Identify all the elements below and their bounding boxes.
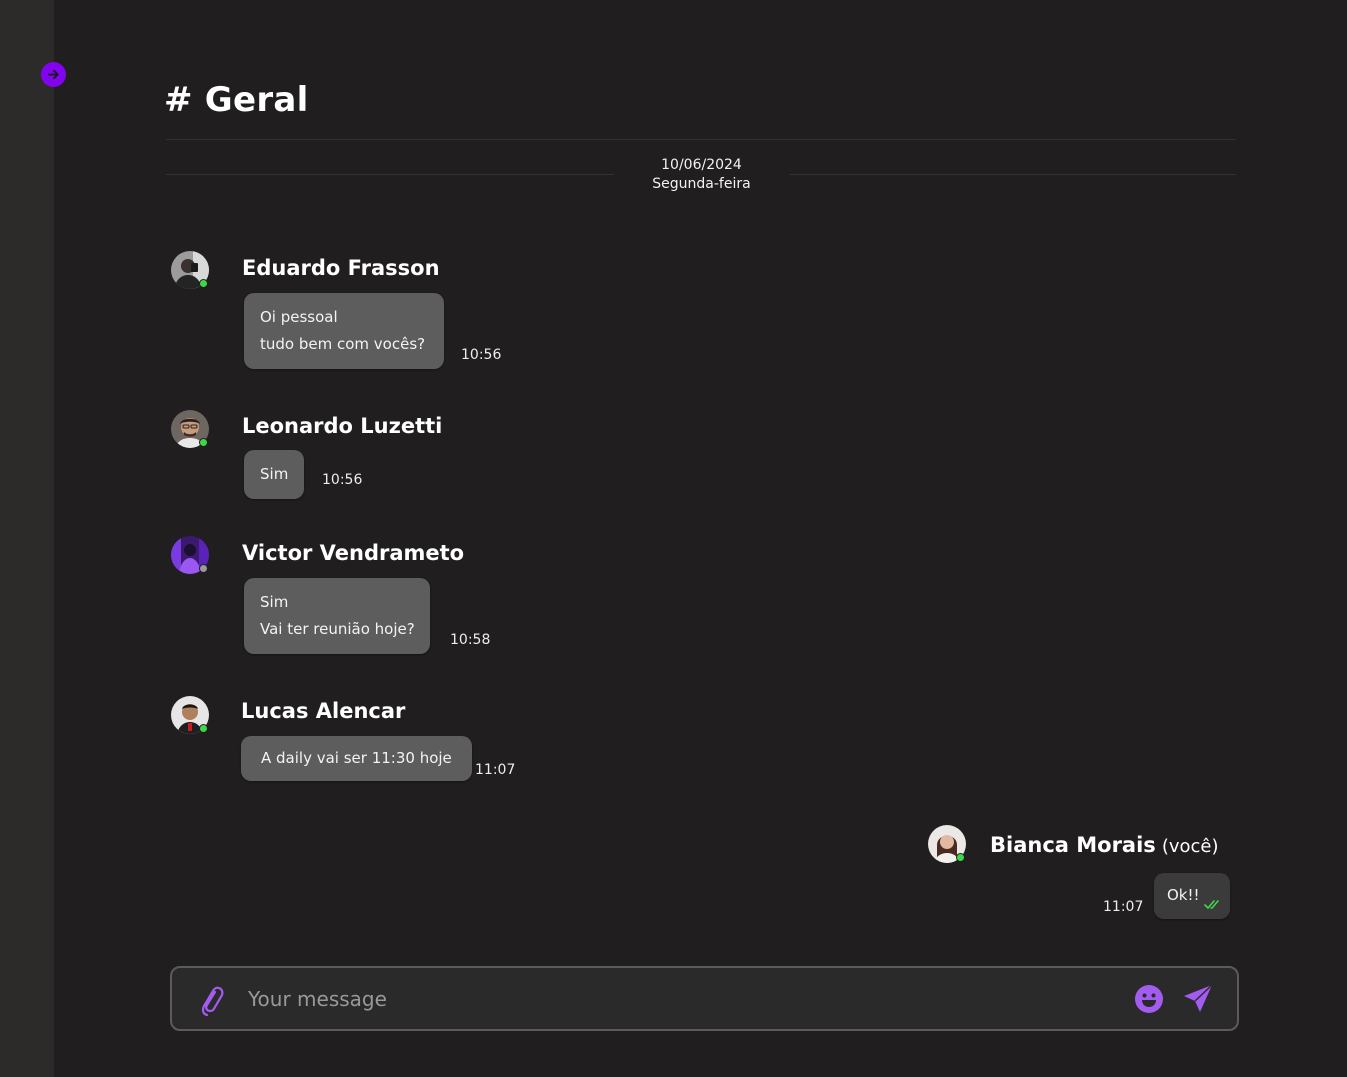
date-separator-weekday: Segunda-feira xyxy=(652,176,751,192)
message-text-line: A daily vai ser 11:30 hoje xyxy=(261,749,452,767)
avatar[interactable] xyxy=(171,536,209,574)
smiley-icon[interactable] xyxy=(1134,984,1164,1014)
message-time: 10:56 xyxy=(461,347,502,363)
message-author[interactable]: Eduardo Frasson xyxy=(242,256,440,280)
double-check-icon xyxy=(1204,900,1219,909)
message-bubble[interactable]: Sim Vai ter reunião hoje? xyxy=(244,578,430,654)
message-bubble[interactable]: Sim xyxy=(244,450,305,499)
message-text-line: Oi pessoal xyxy=(260,308,338,326)
date-separator: 10/06/2024 Segunda-feira xyxy=(614,156,789,194)
page-title: # Geral xyxy=(164,80,309,120)
avatar[interactable] xyxy=(171,410,209,448)
arrow-right-icon xyxy=(47,69,59,80)
message-time: 10:58 xyxy=(450,632,491,648)
message-time: 11:07 xyxy=(475,762,516,778)
date-divider-right xyxy=(789,174,1236,175)
online-status-indicator xyxy=(956,853,965,862)
avatar[interactable] xyxy=(171,696,209,734)
message-bubble[interactable]: Oi pessoal tudo bem com vocês? xyxy=(244,293,444,369)
message-time: 10:56 xyxy=(322,472,363,488)
online-status-indicator xyxy=(199,438,208,447)
you-tag: (você) xyxy=(1161,836,1219,857)
self-author-name: Bianca Morais xyxy=(990,833,1156,857)
avatar[interactable] xyxy=(928,825,966,863)
message-text-line: Vai ter reunião hoje? xyxy=(260,620,415,638)
message-text-line: tudo bem com vocês? xyxy=(260,335,426,353)
message-input[interactable] xyxy=(248,982,1108,1016)
date-divider-left xyxy=(166,174,614,175)
message-author[interactable]: Victor Vendrameto xyxy=(242,541,464,565)
message-bubble-self[interactable]: Ok!! xyxy=(1154,873,1230,919)
message-author-self[interactable]: Bianca Morais (você) xyxy=(990,833,1219,857)
message-author[interactable]: Leonardo Luzetti xyxy=(242,414,442,438)
offline-status-indicator xyxy=(199,564,208,573)
online-status-indicator xyxy=(199,279,208,288)
paperclip-icon[interactable] xyxy=(198,983,224,1017)
message-bubble[interactable]: A daily vai ser 11:30 hoje xyxy=(241,736,472,781)
message-text-line: Sim xyxy=(260,465,289,483)
sidebar xyxy=(0,0,54,1077)
send-icon[interactable] xyxy=(1182,983,1214,1015)
sidebar-toggle-button[interactable] xyxy=(41,62,66,87)
message-composer xyxy=(170,966,1239,1031)
date-separator-date: 10/06/2024 xyxy=(661,157,742,173)
channel-hash: # xyxy=(164,80,193,120)
message-text-line: Sim xyxy=(260,593,289,611)
message-author[interactable]: Lucas Alencar xyxy=(241,699,405,723)
header-divider xyxy=(166,139,1236,140)
channel-name: Geral xyxy=(204,80,309,120)
online-status-indicator xyxy=(199,724,208,733)
avatar[interactable] xyxy=(171,251,209,289)
message-time: 11:07 xyxy=(1103,899,1144,915)
